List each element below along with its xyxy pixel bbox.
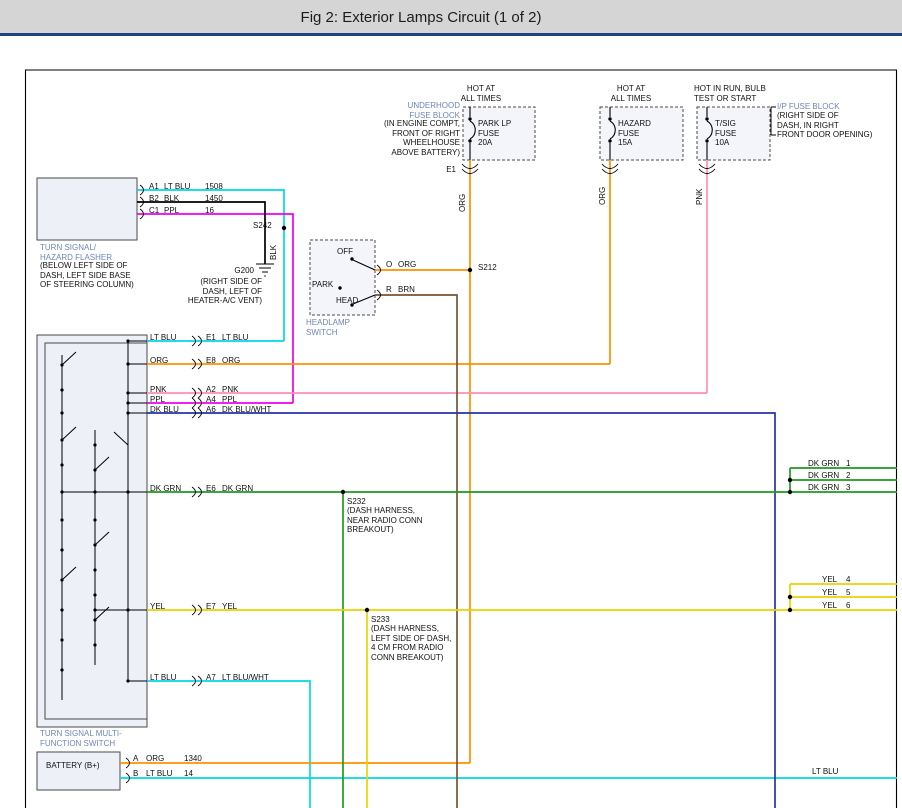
fuse-connector-e1-label: E1 bbox=[440, 165, 456, 175]
power-label-hot-3: HOT IN RUN, BULB TEST OR START bbox=[694, 84, 766, 103]
switch-row-8-pin-label: A7 bbox=[206, 673, 216, 683]
exit-wire-number-3: 3 bbox=[846, 483, 850, 493]
switch-row-1-right-label: LT BLU bbox=[222, 333, 248, 343]
wire-color-blk-vertical: BLK bbox=[269, 245, 279, 260]
splice-s242-label: S242 bbox=[253, 221, 272, 231]
exit-wire-number-5: 5 bbox=[846, 588, 850, 598]
multifunction-switch-name-label: TURN SIGNAL MULTI- FUNCTION SWITCH bbox=[40, 729, 122, 748]
switch-row-3-right-label: PNK bbox=[222, 385, 238, 395]
flasher-location-label: (BELOW LEFT SIDE OF DASH, LEFT SIDE BASE… bbox=[40, 261, 134, 290]
multifunction-switch-outer-box bbox=[37, 335, 147, 727]
headlamp-position-park: PARK bbox=[312, 280, 333, 290]
exit-wire-number-2: 2 bbox=[846, 471, 850, 481]
switch-row-1-left-label: LT BLU bbox=[150, 333, 176, 343]
battery-circuit-a: 1340 bbox=[184, 754, 202, 764]
flasher-pin-b2: B2 bbox=[149, 194, 159, 204]
wire-color-org-vertical-1: ORG bbox=[458, 194, 468, 212]
splice-s212-label: S212 bbox=[478, 263, 497, 273]
power-label-hot-1: HOT AT ALL TIMES bbox=[455, 84, 507, 103]
wire-color-pnk-vertical: PNK bbox=[695, 189, 705, 205]
switch-row-8-right-label: LT BLU/WHT bbox=[222, 673, 269, 683]
wire-brn bbox=[375, 295, 457, 808]
battery-pin-b: B bbox=[133, 769, 138, 779]
splice-s232-location: (DASH HARNESS, NEAR RADIO CONN BREAKOUT) bbox=[347, 506, 423, 535]
flasher-circuit-b2: 1450 bbox=[205, 194, 223, 204]
switch-row-5-left-label: DK BLU bbox=[150, 405, 179, 415]
ground-g200-label: G200 bbox=[222, 266, 254, 276]
headlamp-output-r-color: BRN bbox=[398, 285, 415, 295]
park-lp-fuse-label: PARK LP FUSE 20A bbox=[478, 119, 511, 148]
switch-row-2-pin-label: E8 bbox=[206, 356, 216, 366]
flasher-pin-a1: A1 bbox=[149, 182, 159, 192]
underhood-fuse-block-location: (IN ENGINE COMPT, FRONT OF RIGHT WHEELHO… bbox=[356, 119, 460, 157]
flasher-wire-color-a1: LT BLU bbox=[164, 182, 190, 192]
ground-symbol-g200 bbox=[256, 264, 274, 276]
switch-row-1-pin-label: E1 bbox=[206, 333, 216, 343]
component-boxes bbox=[37, 107, 776, 790]
switch-row-7-pin-label: E7 bbox=[206, 602, 216, 612]
battery-wire-color-a: ORG bbox=[146, 754, 164, 764]
switch-row-6-right-label: DK GRN bbox=[222, 484, 253, 494]
exit-wire-label-1: DK GRN bbox=[808, 459, 839, 469]
wire-dk-grn bbox=[147, 468, 897, 808]
battery-label: BATTERY (B+) bbox=[46, 761, 100, 771]
switch-row-5-pin-label: A6 bbox=[206, 405, 216, 415]
exit-wire-number-4: 4 bbox=[846, 575, 850, 585]
hazard-fuse-label: HAZARD FUSE 15A bbox=[618, 119, 651, 148]
battery-circuit-b: 14 bbox=[184, 769, 193, 779]
headlamp-position-off: OFF bbox=[337, 247, 353, 257]
splice-s233-location: (DASH HARNESS, LEFT SIDE OF DASH, 4 CM F… bbox=[371, 624, 451, 662]
switch-row-2-left-label: ORG bbox=[150, 356, 168, 366]
flasher-circuit-c1: 16 bbox=[205, 206, 214, 216]
flasher-circuit-a1: 1508 bbox=[205, 182, 223, 192]
headlamp-switch-name-label: HEADLAMP SWITCH bbox=[306, 318, 350, 337]
exit-wire-label-6: YEL bbox=[822, 601, 837, 611]
switch-row-6-pin-label: E6 bbox=[206, 484, 216, 494]
underhood-fuse-block-label: UNDERHOOD FUSE BLOCK bbox=[380, 101, 460, 120]
headlamp-output-o-pin: O bbox=[386, 260, 392, 270]
switch-row-8-left-label: LT BLU bbox=[150, 673, 176, 683]
battery-pin-a: A bbox=[133, 754, 138, 764]
flasher-name-label: TURN SIGNAL/ HAZARD FLASHER bbox=[40, 243, 112, 262]
tsig-fuse-label: T/SIG FUSE 10A bbox=[715, 119, 736, 148]
ip-fuse-block-bracket bbox=[771, 107, 776, 135]
switch-row-7-right-label: YEL bbox=[222, 602, 237, 612]
switch-row-3-pin-label: A2 bbox=[206, 385, 216, 395]
exit-wire-number-1: 1 bbox=[846, 459, 850, 469]
page-border bbox=[25, 70, 897, 808]
wiring-diagram-page: Fig 2: Exterior Lamps Circuit (1 of 2) bbox=[0, 0, 902, 808]
exit-wire-label-3: DK GRN bbox=[808, 483, 839, 493]
battery-wire-color-b: LT BLU bbox=[146, 769, 172, 779]
ground-g200-location: (RIGHT SIDE OF DASH, LEFT OF HEATER-A/C … bbox=[178, 277, 262, 306]
switch-row-3-left-label: PNK bbox=[150, 385, 166, 395]
exit-wire-label-2: DK GRN bbox=[808, 471, 839, 481]
switch-row-4-left-label: PPL bbox=[150, 395, 165, 405]
wire-color-org-vertical-2: ORG bbox=[598, 187, 608, 205]
switch-row-6-left-label: DK GRN bbox=[150, 484, 181, 494]
battery-box bbox=[37, 752, 120, 790]
exit-wire-label-5: YEL bbox=[822, 588, 837, 598]
switch-row-4-pin-label: A4 bbox=[206, 395, 216, 405]
headlamp-position-head: HEAD bbox=[336, 296, 358, 306]
flasher-wire-color-c1: PPL bbox=[164, 206, 179, 216]
wire-yel bbox=[147, 584, 897, 808]
switch-row-4-right-label: PPL bbox=[222, 395, 237, 405]
exit-wire-label-4: YEL bbox=[822, 575, 837, 585]
headlamp-output-o-color: ORG bbox=[398, 260, 416, 270]
ip-fuse-block-location: (RIGHT SIDE OF DASH, IN RIGHT FRONT DOOR… bbox=[777, 111, 872, 140]
switch-row-2-right-label: ORG bbox=[222, 356, 240, 366]
power-label-hot-2: HOT AT ALL TIMES bbox=[605, 84, 657, 103]
wire-ppl bbox=[137, 214, 293, 403]
flasher-box bbox=[37, 178, 137, 240]
switch-row-5-right-label: DK BLU/WHT bbox=[222, 405, 271, 415]
flasher-pin-c1: C1 bbox=[149, 206, 159, 216]
exit-wire-number-6: 6 bbox=[846, 601, 850, 611]
exit-wire-label-lt-blu: LT BLU bbox=[812, 767, 838, 777]
flasher-wire-color-b2: BLK bbox=[164, 194, 179, 204]
switch-row-7-left-label: YEL bbox=[150, 602, 165, 612]
headlamp-output-r-pin: R bbox=[386, 285, 392, 295]
connector-symbols bbox=[126, 164, 715, 783]
